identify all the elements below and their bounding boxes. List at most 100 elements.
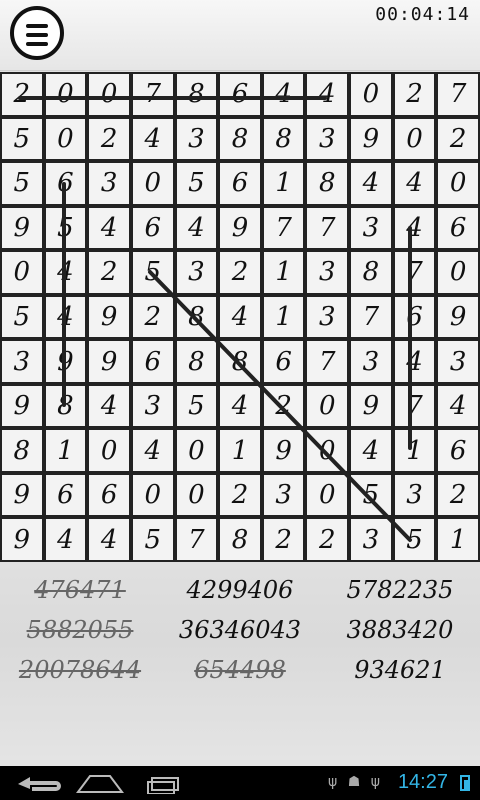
grid-cell[interactable]: 7	[132, 74, 173, 115]
grid-cell[interactable]: 9	[2, 207, 42, 249]
grid-cell[interactable]: 1	[263, 296, 304, 338]
grid-cell[interactable]: 0	[351, 74, 391, 115]
grid-cell[interactable]: 3	[438, 341, 478, 382]
grid-cell[interactable]: 3	[307, 118, 348, 160]
grid-cell[interactable]: 3	[89, 163, 129, 204]
grid-cell[interactable]: 5	[176, 163, 217, 204]
grid-cell[interactable]: 6	[132, 207, 173, 249]
grid-cell[interactable]: 9	[89, 296, 129, 338]
grid-cell[interactable]: 8	[176, 341, 217, 382]
grid-cell[interactable]: 3	[2, 341, 42, 382]
grid-cell[interactable]: 0	[307, 474, 348, 516]
grid-cell[interactable]: 0	[132, 163, 173, 204]
grid-cell[interactable]: 0	[394, 118, 435, 160]
grid-cell[interactable]: 4	[45, 252, 86, 293]
grid-cell[interactable]: 5	[351, 474, 391, 516]
grid-cell[interactable]: 2	[2, 74, 42, 115]
grid-cell[interactable]: 5	[2, 296, 42, 338]
grid-cell[interactable]: 9	[351, 385, 391, 427]
grid-cell[interactable]: 8	[176, 74, 217, 115]
grid-cell[interactable]: 4	[307, 74, 348, 115]
grid-cell[interactable]: 7	[394, 252, 435, 293]
grid-cell[interactable]: 1	[263, 163, 304, 204]
grid-cell[interactable]: 8	[2, 430, 42, 471]
grid-cell[interactable]: 2	[438, 118, 478, 160]
grid-cell[interactable]: 0	[307, 385, 348, 427]
grid-cell[interactable]: 4	[89, 519, 129, 560]
grid-cell[interactable]: 6	[220, 74, 260, 115]
grid-cell[interactable]: 7	[394, 385, 435, 427]
grid-cell[interactable]: 5	[132, 519, 173, 560]
grid-cell[interactable]: 4	[351, 163, 391, 204]
grid-cell[interactable]: 1	[263, 252, 304, 293]
grid-cell[interactable]: 8	[220, 519, 260, 560]
grid-cell[interactable]: 9	[45, 341, 86, 382]
back-icon[interactable]	[12, 772, 68, 794]
grid-cell[interactable]: 2	[438, 474, 478, 516]
grid-cell[interactable]: 0	[176, 430, 217, 471]
grid-cell[interactable]: 4	[220, 385, 260, 427]
grid-cell[interactable]: 7	[307, 341, 348, 382]
grid-cell[interactable]: 0	[45, 118, 86, 160]
grid-cell[interactable]: 4	[45, 296, 86, 338]
grid-cell[interactable]: 5	[176, 385, 217, 427]
grid-cell[interactable]: 4	[89, 207, 129, 249]
grid-cell[interactable]: 4	[132, 118, 173, 160]
grid-cell[interactable]: 8	[220, 118, 260, 160]
grid-cell[interactable]: 4	[176, 207, 217, 249]
grid-cell[interactable]: 9	[89, 341, 129, 382]
grid-cell[interactable]: 4	[351, 430, 391, 471]
grid-cell[interactable]: 4	[394, 207, 435, 249]
grid-cell[interactable]: 5	[2, 118, 42, 160]
grid-cell[interactable]: 4	[220, 296, 260, 338]
grid-cell[interactable]: 6	[45, 474, 86, 516]
grid-cell[interactable]: 4	[394, 163, 435, 204]
grid-cell[interactable]: 3	[351, 207, 391, 249]
grid-cell[interactable]: 9	[438, 296, 478, 338]
grid-cell[interactable]: 7	[438, 74, 478, 115]
grid-cell[interactable]: 6	[89, 474, 129, 516]
grid-cell[interactable]: 7	[263, 207, 304, 249]
grid-cell[interactable]: 1	[394, 430, 435, 471]
grid-cell[interactable]: 7	[176, 519, 217, 560]
grid-cell[interactable]: 9	[2, 385, 42, 427]
home-icon[interactable]	[72, 772, 128, 794]
grid-cell[interactable]: 2	[89, 252, 129, 293]
grid-cell[interactable]: 0	[89, 430, 129, 471]
grid-cell[interactable]: 3	[132, 385, 173, 427]
grid-cell[interactable]: 2	[132, 296, 173, 338]
grid-cell[interactable]: 3	[263, 474, 304, 516]
grid-cell[interactable]: 3	[307, 252, 348, 293]
grid-cell[interactable]: 8	[176, 296, 217, 338]
number-grid[interactable]: 2007864402750243883902563056184409546497…	[0, 72, 480, 562]
grid-cell[interactable]: 3	[351, 519, 391, 560]
grid-cell[interactable]: 0	[89, 74, 129, 115]
grid-cell[interactable]: 2	[307, 519, 348, 560]
grid-cell[interactable]: 1	[45, 430, 86, 471]
grid-cell[interactable]: 3	[394, 474, 435, 516]
grid-cell[interactable]: 0	[132, 474, 173, 516]
grid-cell[interactable]: 5	[394, 519, 435, 560]
grid-cell[interactable]: 5	[132, 252, 173, 293]
grid-cell[interactable]: 9	[263, 430, 304, 471]
grid-cell[interactable]: 0	[45, 74, 86, 115]
grid-cell[interactable]: 7	[307, 207, 348, 249]
grid-cell[interactable]: 6	[45, 163, 86, 204]
grid-cell[interactable]: 6	[438, 430, 478, 471]
grid-cell[interactable]: 4	[89, 385, 129, 427]
grid-cell[interactable]: 8	[45, 385, 86, 427]
grid-cell[interactable]: 8	[307, 163, 348, 204]
grid-cell[interactable]: 7	[351, 296, 391, 338]
grid-cell[interactable]: 1	[438, 519, 478, 560]
grid-cell[interactable]: 6	[263, 341, 304, 382]
grid-cell[interactable]: 8	[351, 252, 391, 293]
grid-cell[interactable]: 0	[438, 252, 478, 293]
grid-cell[interactable]: 9	[2, 474, 42, 516]
grid-cell[interactable]: 8	[220, 341, 260, 382]
grid-cell[interactable]: 3	[307, 296, 348, 338]
grid-cell[interactable]: 4	[263, 74, 304, 115]
grid-cell[interactable]: 4	[45, 519, 86, 560]
grid-cell[interactable]: 1	[220, 430, 260, 471]
grid-cell[interactable]: 0	[438, 163, 478, 204]
grid-cell[interactable]: 8	[263, 118, 304, 160]
